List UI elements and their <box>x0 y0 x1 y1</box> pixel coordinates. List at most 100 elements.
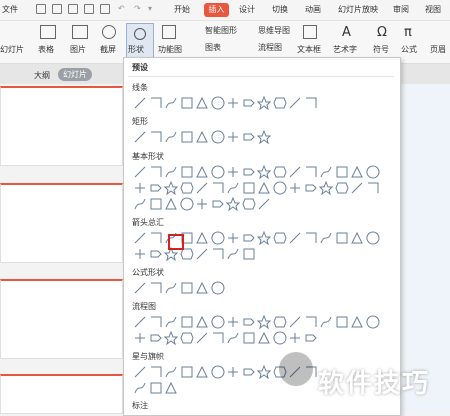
shape-option[interactable] <box>164 365 178 379</box>
shape-option[interactable] <box>288 96 302 110</box>
shape-option[interactable] <box>319 181 333 195</box>
print-icon[interactable] <box>68 4 78 14</box>
shape-option[interactable] <box>195 181 209 195</box>
shape-option[interactable] <box>350 181 364 195</box>
shape-option[interactable] <box>195 365 209 379</box>
symbol-button[interactable]: 符号 <box>373 44 389 55</box>
shape-option[interactable] <box>149 181 163 195</box>
shape-option[interactable] <box>210 365 225 379</box>
shape-option[interactable] <box>319 231 333 245</box>
chart-button[interactable]: 图表 <box>205 42 221 53</box>
shape-option[interactable] <box>164 315 178 329</box>
shape-option[interactable] <box>304 96 318 110</box>
shape-option[interactable] <box>133 331 147 345</box>
shape-option[interactable] <box>195 197 209 211</box>
shape-option[interactable] <box>242 365 256 379</box>
shape-option[interactable] <box>180 130 194 144</box>
table-button[interactable]: 表格 <box>38 44 54 55</box>
shape-option[interactable] <box>226 315 240 329</box>
shape-option[interactable] <box>164 130 178 144</box>
shape-option[interactable] <box>210 231 225 245</box>
shape-option[interactable] <box>195 281 209 295</box>
shape-option[interactable] <box>304 165 318 179</box>
shape-option[interactable] <box>164 181 178 195</box>
slide-thumbnail[interactable] <box>0 374 123 414</box>
shape-option[interactable] <box>179 197 194 211</box>
shape-option[interactable] <box>365 231 380 245</box>
shape-option[interactable] <box>226 365 240 379</box>
shape-option[interactable] <box>257 165 271 179</box>
shape-option[interactable] <box>304 231 318 245</box>
shape-option[interactable] <box>149 197 163 211</box>
shape-option[interactable] <box>133 130 147 144</box>
shape-option[interactable] <box>242 96 256 110</box>
shape-option[interactable] <box>288 231 302 245</box>
shape-option[interactable] <box>210 96 225 110</box>
shape-option[interactable] <box>288 181 302 195</box>
shape-option[interactable] <box>180 281 194 295</box>
shape-option[interactable] <box>335 231 349 245</box>
tab-view[interactable]: 视图 <box>425 4 441 15</box>
shape-option[interactable] <box>242 231 256 245</box>
shape-option[interactable] <box>226 197 240 211</box>
shape-option[interactable] <box>304 331 318 345</box>
shape-option[interactable] <box>195 165 209 179</box>
shape-option[interactable] <box>180 315 194 329</box>
formula-icon[interactable]: π <box>404 25 412 40</box>
shape-option[interactable] <box>210 165 225 179</box>
shape-option[interactable] <box>164 165 178 179</box>
shape-option[interactable] <box>241 197 256 211</box>
export-icon[interactable] <box>100 4 110 14</box>
header-footer-button[interactable]: 页眉 <box>430 44 446 55</box>
shape-option[interactable] <box>210 130 225 144</box>
shape-option[interactable] <box>210 315 225 329</box>
shape-option[interactable] <box>334 181 349 195</box>
new-slide-button[interactable]: 幻灯片 <box>0 44 24 55</box>
shape-option[interactable] <box>133 165 147 179</box>
slide-thumbnail[interactable] <box>0 183 123 263</box>
shape-option[interactable] <box>195 331 209 345</box>
shape-option[interactable] <box>195 247 209 261</box>
preview-icon[interactable] <box>84 4 94 14</box>
shape-option[interactable] <box>272 331 287 345</box>
smart-graphic-button[interactable]: 智能图形 <box>205 25 237 36</box>
shape-option[interactable] <box>133 96 147 110</box>
shape-option[interactable] <box>257 331 271 345</box>
shape-option[interactable] <box>133 281 147 295</box>
wordart-button[interactable]: 艺术字 <box>333 44 357 55</box>
shape-option[interactable] <box>335 315 349 329</box>
screenshot-button[interactable]: 截屏 <box>100 44 116 55</box>
shape-option[interactable] <box>288 165 302 179</box>
shape-option[interactable] <box>164 381 178 395</box>
shape-option[interactable] <box>257 231 271 245</box>
tab-review[interactable]: 审阅 <box>393 4 409 15</box>
shape-option[interactable] <box>195 130 209 144</box>
shape-option[interactable] <box>350 165 364 179</box>
shapes-button[interactable]: 形状 <box>126 23 154 59</box>
wordart-icon[interactable]: A <box>342 25 351 40</box>
shape-option[interactable] <box>242 331 256 345</box>
shape-option[interactable] <box>319 315 333 329</box>
function-chart-icon[interactable] <box>162 25 176 39</box>
redo-icon[interactable]: ↷ <box>134 4 141 13</box>
slide-thumbnail[interactable] <box>0 86 123 166</box>
shape-option[interactable] <box>226 96 240 110</box>
shape-option[interactable] <box>272 96 287 110</box>
picture-button[interactable]: 图片 <box>70 44 86 55</box>
shape-option[interactable] <box>365 315 380 329</box>
shape-option[interactable] <box>149 315 163 329</box>
shape-option[interactable] <box>133 381 147 395</box>
shape-option[interactable] <box>180 165 194 179</box>
shape-option[interactable] <box>242 181 256 195</box>
shape-option[interactable] <box>242 165 256 179</box>
shape-option[interactable] <box>226 231 240 245</box>
table-icon[interactable] <box>40 25 56 39</box>
shape-option[interactable] <box>149 96 163 110</box>
tab-slides[interactable]: 幻灯片 <box>58 68 92 81</box>
shape-option[interactable] <box>149 231 163 245</box>
file-menu[interactable]: 文件 <box>2 4 18 15</box>
shape-option[interactable] <box>257 181 271 195</box>
shape-option[interactable] <box>257 197 271 211</box>
tab-design[interactable]: 设计 <box>239 4 255 15</box>
shape-option[interactable] <box>272 181 287 195</box>
